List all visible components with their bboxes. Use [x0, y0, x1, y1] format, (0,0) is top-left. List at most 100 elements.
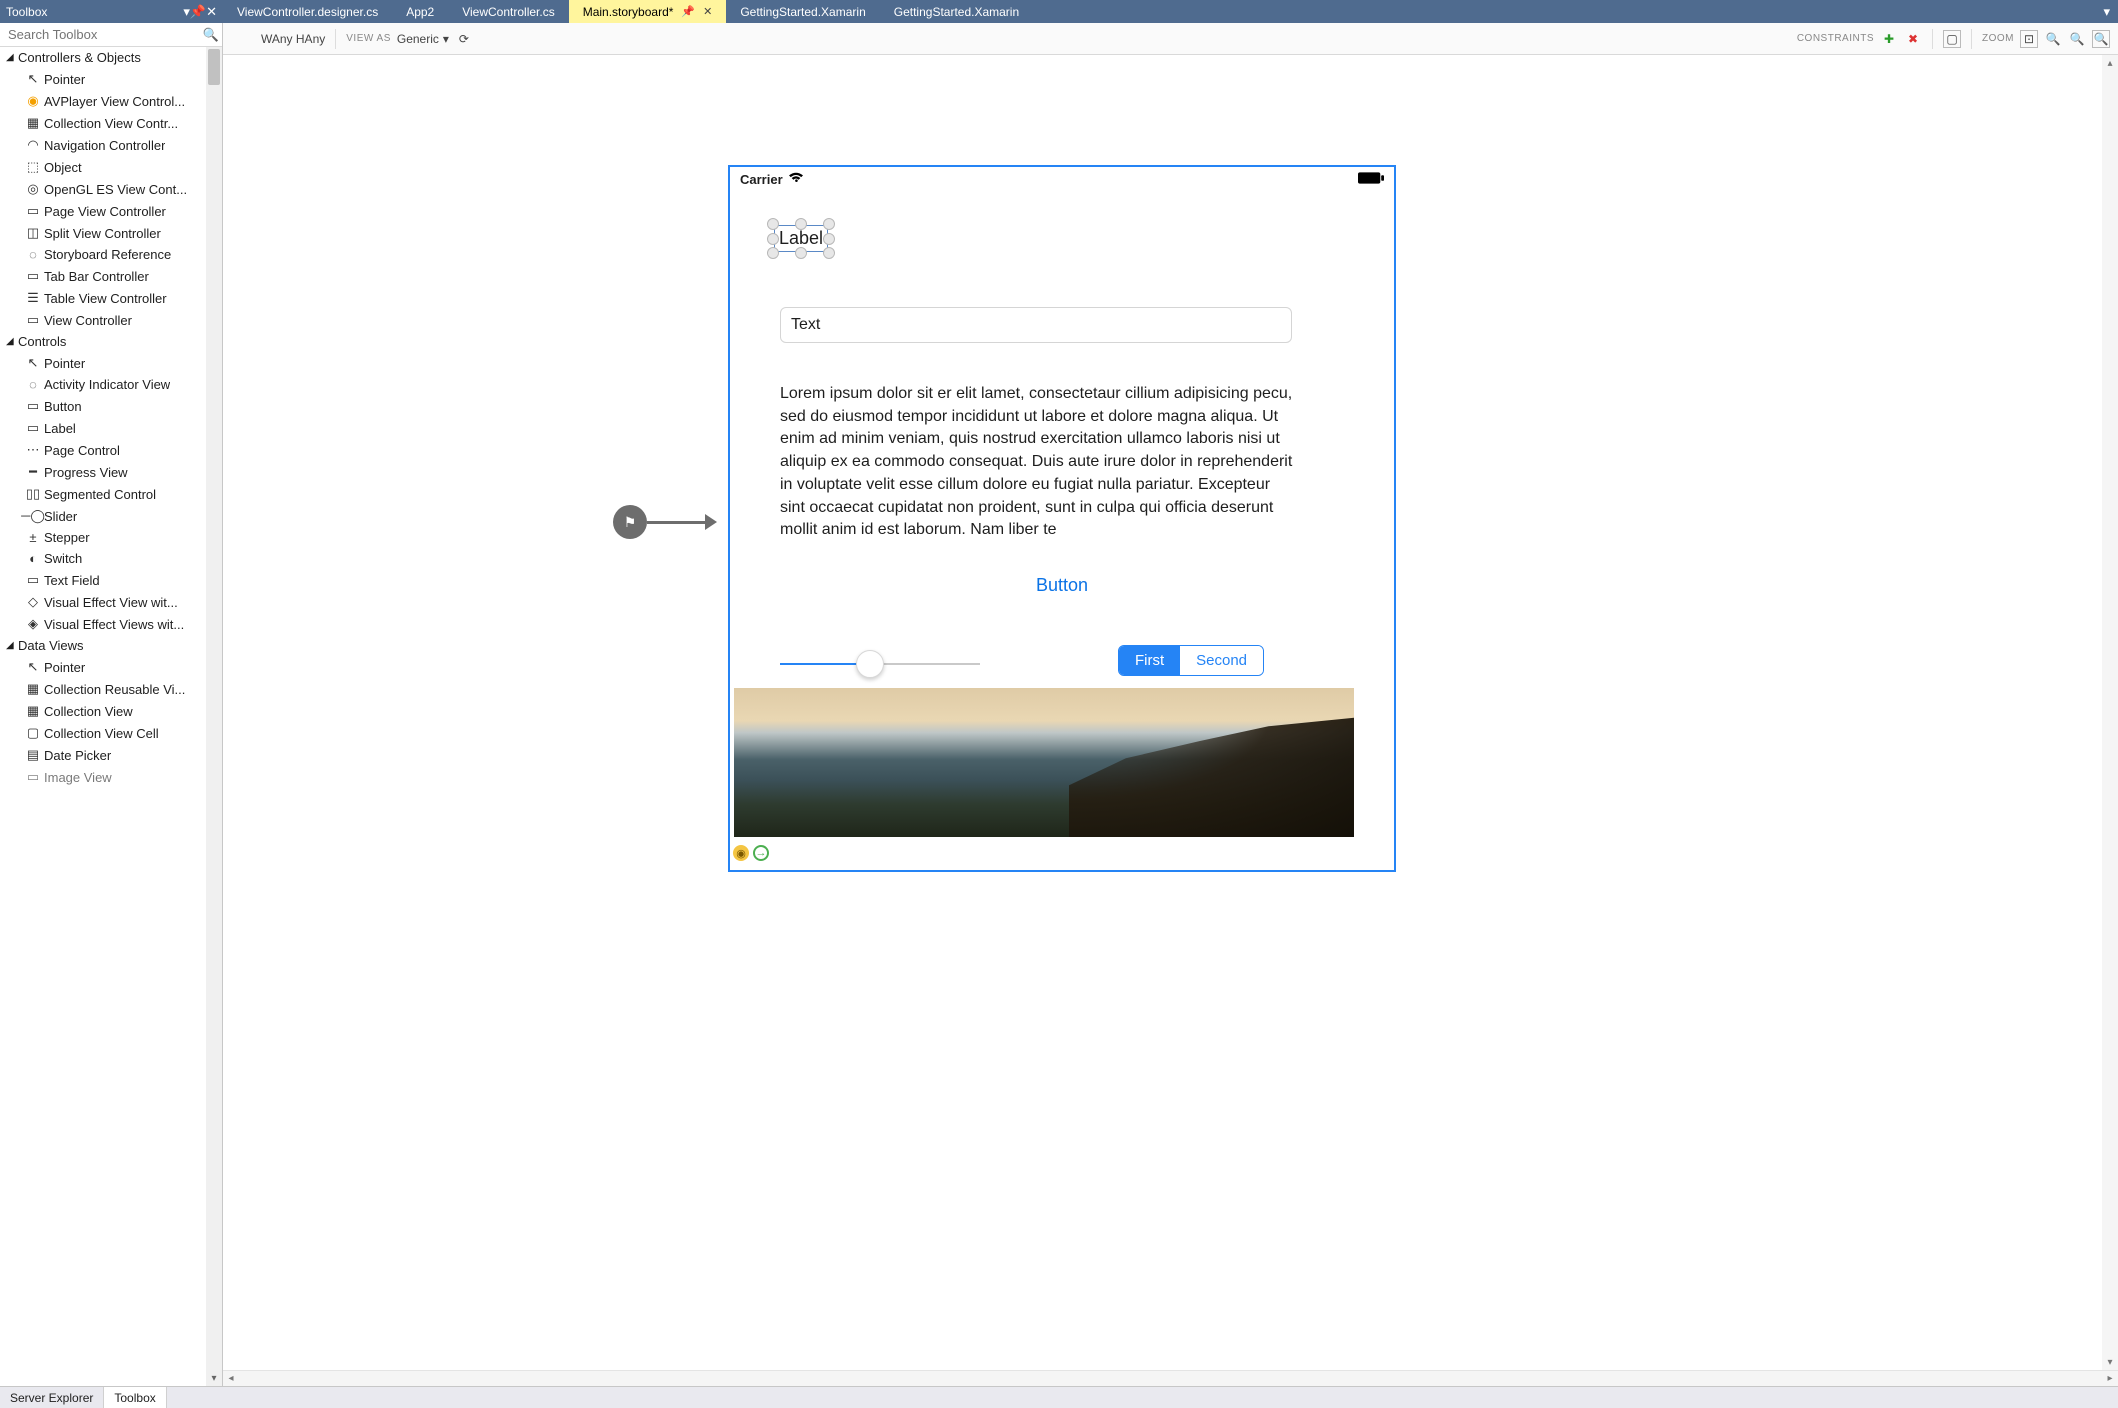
orientation-toggle-icon[interactable]: ⟳: [455, 30, 473, 48]
tab-viewcontroller-designer[interactable]: ViewController.designer.cs: [223, 0, 392, 23]
toolbox-item[interactable]: ─◯Slider: [0, 505, 222, 527]
toolbox-scrollbar[interactable]: ▾: [206, 47, 222, 1386]
pointer-icon: ↖: [22, 355, 44, 371]
toolbox-item[interactable]: ◎OpenGL ES View Cont...: [0, 178, 222, 200]
tab-main-storyboard[interactable]: Main.storyboard* 📌 ✕: [569, 0, 727, 23]
tab-app2[interactable]: App2: [392, 0, 448, 23]
resize-handle[interactable]: [795, 218, 807, 230]
toolbox-scroll-down-icon[interactable]: ▾: [208, 1372, 220, 1384]
canvas-horizontal-scrollbar[interactable]: ◂ ▸: [223, 1370, 2118, 1386]
view-controller-scene[interactable]: Carrier Label: [728, 165, 1396, 872]
toolbox-close-icon[interactable]: ✕: [206, 4, 217, 20]
storyboard-entry-arrow[interactable]: ⚑: [613, 505, 717, 539]
toolbox-scrollbar-thumb[interactable]: [208, 49, 220, 85]
search-icon[interactable]: 🔍: [200, 27, 222, 43]
toolbox-item[interactable]: ▦Collection View: [0, 700, 222, 722]
toolbox-item[interactable]: ◌Storyboard Reference: [0, 244, 222, 265]
toolbox-item[interactable]: ▭Label: [0, 417, 222, 439]
toolbox-search-input[interactable]: [0, 23, 200, 46]
tab-pin-icon[interactable]: 📌: [681, 5, 695, 18]
toolbox-item[interactable]: ⋯Page Control: [0, 439, 222, 461]
scroll-up-icon[interactable]: ▴: [2102, 55, 2118, 71]
remove-constraint-icon[interactable]: ✖: [1904, 30, 1922, 48]
resize-handle[interactable]: [767, 233, 779, 245]
scroll-left-icon[interactable]: ◂: [223, 1371, 239, 1386]
toolbox-item[interactable]: ━Progress View: [0, 461, 222, 483]
segmented-control[interactable]: First Second: [1118, 645, 1264, 676]
zoom-fit-icon[interactable]: ⊡: [2020, 30, 2038, 48]
resize-handle[interactable]: [823, 247, 835, 259]
toolbox-item[interactable]: ▭Button: [0, 395, 222, 417]
toolbox-item[interactable]: ▭Text Field: [0, 569, 222, 591]
resize-handle[interactable]: [823, 233, 835, 245]
zoom-in-icon[interactable]: 🔍: [2092, 30, 2110, 48]
toolbox-item[interactable]: ▭Image View: [0, 766, 222, 788]
battery-icon: [1358, 172, 1384, 187]
resize-handle[interactable]: [795, 247, 807, 259]
tab-gettingstarted-2[interactable]: GettingStarted.Xamarin: [880, 0, 1033, 23]
toolbox-tree[interactable]: ▾ ◢Controllers & Objects ↖Pointer ◉AVPla…: [0, 47, 222, 1386]
text-view-control[interactable]: Lorem ipsum dolor sit er elit lamet, con…: [780, 383, 1294, 542]
view-controller-icon[interactable]: ◉: [733, 845, 749, 861]
bottom-tabbar: Server Explorer Toolbox: [0, 1386, 2118, 1408]
device-dropdown[interactable]: Generic ▾: [397, 32, 449, 46]
toolbox-item[interactable]: ▭View Controller: [0, 309, 222, 331]
toolbox-item[interactable]: ▦Collection View Contr...: [0, 112, 222, 134]
image-view-control[interactable]: [734, 688, 1354, 837]
zoom-actual-icon[interactable]: 🔍: [2068, 30, 2086, 48]
toolbox-item[interactable]: ↖Pointer: [0, 656, 222, 678]
button-control[interactable]: Button: [730, 575, 1394, 596]
toolbox-item[interactable]: ☰Table View Controller: [0, 287, 222, 309]
tab-close-icon[interactable]: ✕: [703, 5, 712, 18]
toolbox-pin-icon[interactable]: 📌: [190, 4, 206, 20]
segmented-icon: ▯▯: [22, 486, 44, 502]
slider-control[interactable]: [780, 654, 980, 674]
design-canvas[interactable]: ⚑ Carrier: [223, 55, 2102, 1370]
toolbox-item[interactable]: ◌Activity Indicator View: [0, 374, 222, 395]
toolbox-item[interactable]: ◈Visual Effect Views wit...: [0, 613, 222, 635]
canvas-vertical-scrollbar[interactable]: ▴ ▾: [2102, 55, 2118, 1370]
toolbox-item[interactable]: ▤Date Picker: [0, 744, 222, 766]
resize-handle[interactable]: [767, 218, 779, 230]
category-controls[interactable]: ◢Controls: [0, 331, 222, 352]
toolbox-item[interactable]: ▭Tab Bar Controller: [0, 265, 222, 287]
segment-second[interactable]: Second: [1180, 646, 1263, 675]
exit-icon[interactable]: →: [753, 845, 769, 861]
toolbox-item[interactable]: ◐Switch: [0, 548, 222, 569]
tab-gettingstarted-1[interactable]: GettingStarted.Xamarin: [726, 0, 879, 23]
segment-first[interactable]: First: [1119, 646, 1180, 675]
text-field-control[interactable]: Text: [780, 307, 1292, 343]
bottom-tab-server-explorer[interactable]: Server Explorer: [0, 1387, 104, 1408]
toolbox-item[interactable]: ◠Navigation Controller: [0, 134, 222, 156]
toolbox-item[interactable]: ▯▯Segmented Control: [0, 483, 222, 505]
toolbox-item[interactable]: ▭Page View Controller: [0, 200, 222, 222]
slider-thumb[interactable]: [856, 650, 884, 678]
toolbox-item[interactable]: ▢Collection View Cell: [0, 722, 222, 744]
toolbox-item[interactable]: ±Stepper: [0, 527, 222, 548]
slider-icon: ─◯: [22, 508, 44, 524]
scroll-down-icon[interactable]: ▾: [2102, 1354, 2118, 1370]
add-constraint-icon[interactable]: ✚: [1880, 30, 1898, 48]
toolbox-item[interactable]: ◇Visual Effect View wit...: [0, 591, 222, 613]
pointer-icon: ↖: [22, 71, 44, 87]
category-controllers-objects[interactable]: ◢Controllers & Objects: [0, 47, 222, 68]
resize-handle[interactable]: [767, 247, 779, 259]
size-class-label[interactable]: WAny HAny: [231, 32, 325, 46]
frame-edit-icon[interactable]: ▢: [1943, 30, 1961, 48]
resize-handle[interactable]: [823, 218, 835, 230]
bottom-tab-toolbox[interactable]: Toolbox: [104, 1387, 166, 1408]
toolbox-titlebar: Toolbox ▾ 📌 ✕: [0, 0, 223, 23]
selected-label-control[interactable]: Label: [774, 225, 828, 252]
toolbox-item[interactable]: ◉AVPlayer View Control...: [0, 90, 222, 112]
scroll-right-icon[interactable]: ▸: [2102, 1371, 2118, 1386]
toolbox-item[interactable]: ▦Collection Reusable Vi...: [0, 678, 222, 700]
toolbox-item[interactable]: ↖Pointer: [0, 352, 222, 374]
tabstrip-overflow-icon[interactable]: ▾: [2095, 0, 2118, 23]
toolbox-item[interactable]: ◫Split View Controller: [0, 222, 222, 244]
toolbox-search: 🔍: [0, 23, 222, 47]
zoom-out-icon[interactable]: 🔍: [2044, 30, 2062, 48]
tab-viewcontroller-cs[interactable]: ViewController.cs: [448, 0, 568, 23]
category-data-views[interactable]: ◢Data Views: [0, 635, 222, 656]
toolbox-item[interactable]: ↖Pointer: [0, 68, 222, 90]
toolbox-item[interactable]: ⬚Object: [0, 156, 222, 178]
